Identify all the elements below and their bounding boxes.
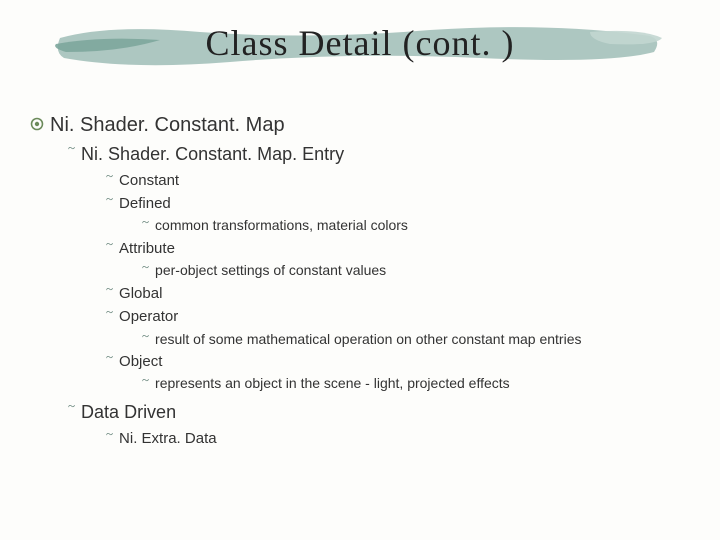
item-datadriven: ~ Data Driven — [68, 399, 700, 427]
scribble-bullet-icon: ~ — [106, 169, 113, 182]
scribble-bullet-icon: ~ — [106, 237, 113, 250]
item-shaderconstantmap: Ni. Shader. Constant. Map — [30, 110, 700, 141]
item-label: Global — [119, 282, 162, 305]
item-attribute: ~ Attribute — [106, 237, 700, 260]
item-object: ~ Object — [106, 350, 700, 373]
page-title: Class Detail (cont. ) — [0, 22, 720, 64]
item-label: per-object settings of constant values — [155, 260, 386, 282]
item-operator: ~ Operator — [106, 305, 700, 328]
bullet-circle-icon — [30, 110, 44, 141]
item-attribute-note: ~ per-object settings of constant values — [142, 260, 700, 282]
scribble-bullet-icon: ~ — [106, 282, 113, 295]
item-label: Attribute — [119, 237, 175, 260]
scribble-bullet-icon: ~ — [106, 427, 113, 440]
scribble-bullet-icon: ~ — [68, 399, 75, 412]
item-operator-note: ~ result of some mathematical operation … — [142, 329, 700, 351]
item-label: result of some mathematical operation on… — [155, 329, 581, 351]
item-defined: ~ Defined — [106, 192, 700, 215]
scribble-bullet-icon: ~ — [142, 260, 149, 273]
item-global: ~ Global — [106, 282, 700, 305]
scribble-bullet-icon: ~ — [106, 192, 113, 205]
item-label: represents an object in the scene - ligh… — [155, 373, 510, 395]
item-label: Operator — [119, 305, 178, 328]
item-niextra: ~ Ni. Extra. Data — [106, 427, 700, 450]
item-label: common transformations, material colors — [155, 215, 408, 237]
scribble-bullet-icon: ~ — [142, 329, 149, 342]
scribble-bullet-icon: ~ — [142, 373, 149, 386]
scribble-bullet-icon: ~ — [142, 215, 149, 228]
item-constant: ~ Constant — [106, 169, 700, 192]
item-label: Ni. Shader. Constant. Map — [50, 110, 285, 141]
item-label: Object — [119, 350, 162, 373]
item-label: Ni. Shader. Constant. Map. Entry — [81, 141, 344, 169]
item-label: Data Driven — [81, 399, 176, 427]
outline: Ni. Shader. Constant. Map ~ Ni. Shader. … — [30, 110, 700, 450]
scribble-bullet-icon: ~ — [68, 141, 75, 154]
scribble-bullet-icon: ~ — [106, 350, 113, 363]
item-label: Ni. Extra. Data — [119, 427, 217, 450]
scribble-bullet-icon: ~ — [106, 305, 113, 318]
item-shaderconstantmap-entry: ~ Ni. Shader. Constant. Map. Entry — [68, 141, 700, 169]
item-label: Constant — [119, 169, 179, 192]
item-label: Defined — [119, 192, 171, 215]
item-object-note: ~ represents an object in the scene - li… — [142, 373, 700, 395]
item-defined-note: ~ common transformations, material color… — [142, 215, 700, 237]
